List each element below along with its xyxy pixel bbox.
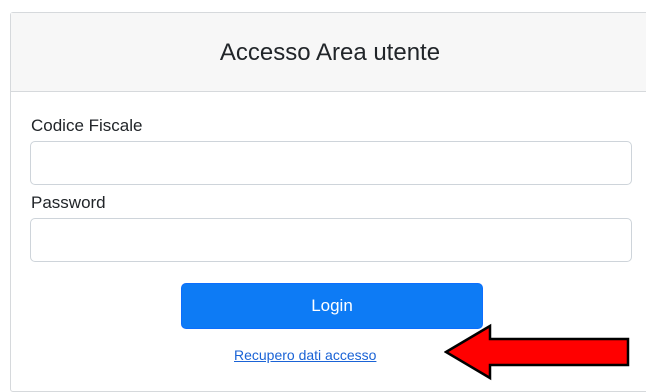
card-header: Accesso Area utente bbox=[11, 13, 646, 92]
codice-fiscale-label: Codice Fiscale bbox=[31, 116, 143, 135]
page-title: Accesso Area utente bbox=[219, 39, 441, 66]
codice-fiscale-input[interactable] bbox=[30, 141, 632, 185]
password-input[interactable] bbox=[30, 218, 632, 262]
left-arrow-icon bbox=[444, 323, 630, 381]
password-label: Password bbox=[31, 193, 106, 212]
recovery-link[interactable]: Recupero dati accesso bbox=[234, 347, 376, 363]
login-button[interactable]: Login bbox=[181, 283, 483, 329]
